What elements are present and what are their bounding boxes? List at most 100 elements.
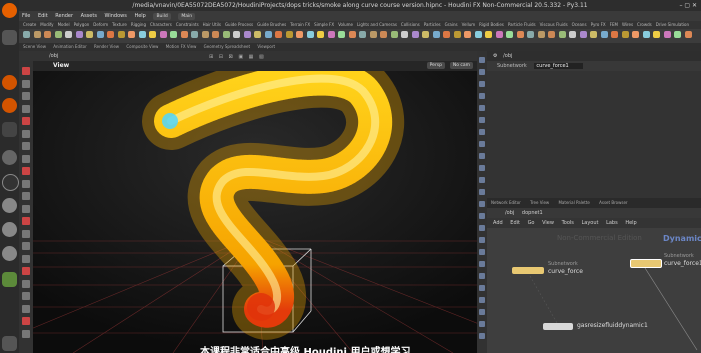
- shelf-tool-icon[interactable]: [275, 31, 282, 38]
- shelf-tool-icon[interactable]: [264, 31, 272, 38]
- shelf-tool-icon[interactable]: [128, 31, 135, 38]
- tool-icon[interactable]: [22, 217, 30, 225]
- menu-windows[interactable]: Windows: [105, 13, 127, 19]
- shelf-tool-icon[interactable]: [149, 31, 156, 38]
- tool-icon[interactable]: [22, 92, 30, 100]
- params-path[interactable]: /obj: [503, 53, 512, 59]
- shelf-tool-icon[interactable]: [684, 31, 692, 38]
- display-option-icon[interactable]: [479, 285, 485, 291]
- tool-icon[interactable]: [22, 254, 30, 263]
- tool-icon[interactable]: [22, 304, 30, 313]
- net-menu-help[interactable]: Help: [625, 220, 636, 226]
- gear-icon[interactable]: [2, 246, 17, 261]
- tool-icon[interactable]: [22, 267, 30, 275]
- shelf-tool-icon[interactable]: [212, 31, 219, 38]
- shelf-tool-icon[interactable]: [569, 31, 576, 38]
- shelf-tool-icon[interactable]: [44, 31, 51, 38]
- shelf-tool-icon[interactable]: [138, 31, 146, 38]
- shelf-tab[interactable]: Wires: [622, 22, 633, 27]
- shelf-tool-icon[interactable]: [642, 31, 650, 38]
- network-editor[interactable]: Non-Commercial Edition Dynamics Subnetwo…: [487, 228, 701, 353]
- net-menu-layout[interactable]: Layout: [581, 220, 598, 226]
- shelf-tool-icon[interactable]: [600, 31, 608, 38]
- tool-icon[interactable]: [22, 179, 30, 188]
- tool-icon[interactable]: [22, 242, 30, 250]
- shelf-tool-icon[interactable]: [348, 31, 356, 38]
- shelf-tool-icon[interactable]: [254, 31, 261, 38]
- gear-icon[interactable]: [2, 222, 17, 237]
- shelf-tool-icon[interactable]: [201, 31, 209, 38]
- shelf-tool-icon[interactable]: [233, 31, 240, 38]
- menu-edit[interactable]: Edit: [38, 13, 48, 19]
- menu-render[interactable]: Render: [55, 13, 73, 19]
- display-option-icon[interactable]: [479, 117, 485, 123]
- shelf-tool-icon[interactable]: [537, 31, 545, 38]
- shelf-tool-icon[interactable]: [54, 31, 62, 38]
- shelf-tool-icon[interactable]: [663, 31, 671, 38]
- shelf-tool-icon[interactable]: [243, 31, 251, 38]
- display-option-icon[interactable]: [479, 129, 485, 135]
- shelf-tool-icon[interactable]: [117, 31, 125, 38]
- tool-icon[interactable]: [22, 229, 30, 238]
- shelf-set-select[interactable]: Main: [178, 13, 196, 20]
- shelf-tab[interactable]: Characters: [150, 22, 172, 27]
- obs-icon[interactable]: [2, 174, 19, 191]
- display-option-icon[interactable]: [479, 201, 485, 207]
- display-option-icon[interactable]: [479, 153, 485, 159]
- shelf-tool-icon[interactable]: [191, 31, 198, 38]
- shelf-tab[interactable]: Guide Brushes: [257, 22, 286, 27]
- net-menu-tools[interactable]: Tools: [562, 220, 574, 226]
- net-menu-go[interactable]: Go: [528, 220, 535, 226]
- shelf-tab[interactable]: Viscous Fluids: [540, 22, 568, 27]
- shelf-tab[interactable]: Oceans: [572, 22, 587, 27]
- display-option-icon[interactable]: [479, 261, 485, 267]
- shelf-tool-icon[interactable]: [380, 31, 387, 38]
- menu-help[interactable]: Help: [134, 13, 145, 19]
- tool-icon[interactable]: [22, 67, 30, 75]
- shelf-tab[interactable]: Terrain FX: [290, 22, 310, 27]
- tool-icon[interactable]: [22, 104, 30, 113]
- display-option-icon[interactable]: [479, 177, 485, 183]
- shelf-tab[interactable]: Drive Simulation: [656, 22, 689, 27]
- shelf-tab[interactable]: Texture: [112, 22, 127, 27]
- tab-material-palette[interactable]: Material Palette: [558, 200, 589, 205]
- node-name-field[interactable]: curve_force1: [534, 63, 583, 69]
- tab-params[interactable]: ⚙: [493, 53, 497, 59]
- node-curve-force1[interactable]: [630, 259, 662, 268]
- shelf-tab[interactable]: Rigging: [131, 22, 146, 27]
- shelf-tab[interactable]: Grains: [445, 22, 458, 27]
- display-option-icon[interactable]: [479, 189, 485, 195]
- display-option-icon[interactable]: [479, 321, 485, 327]
- shelf-tab[interactable]: Deform: [93, 22, 108, 27]
- shelf-tool-icon[interactable]: [222, 31, 230, 38]
- node-name-label[interactable]: curve_force: [548, 268, 583, 275]
- network-node[interactable]: dopnet1: [522, 210, 543, 216]
- shelf-tool-icon[interactable]: [611, 31, 618, 38]
- display-option-icon[interactable]: [479, 297, 485, 303]
- display-option-icon[interactable]: [479, 225, 485, 231]
- tool-icon[interactable]: [22, 154, 30, 163]
- shelf-tool-icon[interactable]: [65, 31, 72, 38]
- display-option-icon[interactable]: [479, 105, 485, 111]
- shelf-tool-icon[interactable]: [327, 31, 335, 38]
- settings-icon[interactable]: [2, 150, 17, 165]
- tab-composite[interactable]: Composite View: [126, 44, 158, 49]
- display-option-icon[interactable]: [479, 237, 485, 243]
- tool-icon[interactable]: [22, 317, 30, 325]
- shelf-tab[interactable]: Particle Fluids: [508, 22, 536, 27]
- shelf-tab[interactable]: Rigid Bodies: [479, 22, 504, 27]
- tab-scene-view[interactable]: Scene View: [23, 44, 46, 49]
- desktop-select[interactable]: Build: [153, 13, 171, 20]
- shelf-tool-icon[interactable]: [107, 31, 114, 38]
- shelf-tab[interactable]: Model: [58, 22, 70, 27]
- shelf-tool-icon[interactable]: [621, 31, 629, 38]
- viewport-path[interactable]: /obj: [49, 53, 58, 59]
- shelf-tool-icon[interactable]: [75, 31, 83, 38]
- terminal-icon[interactable]: [2, 122, 17, 137]
- shelf-tool-icon[interactable]: [548, 31, 555, 38]
- shelf-tool-icon[interactable]: [306, 31, 314, 38]
- node-gasresize[interactable]: [543, 323, 573, 330]
- shelf-tool-icon[interactable]: [474, 31, 482, 38]
- display-option-icon[interactable]: [479, 165, 485, 171]
- net-menu-add[interactable]: Add: [493, 220, 503, 226]
